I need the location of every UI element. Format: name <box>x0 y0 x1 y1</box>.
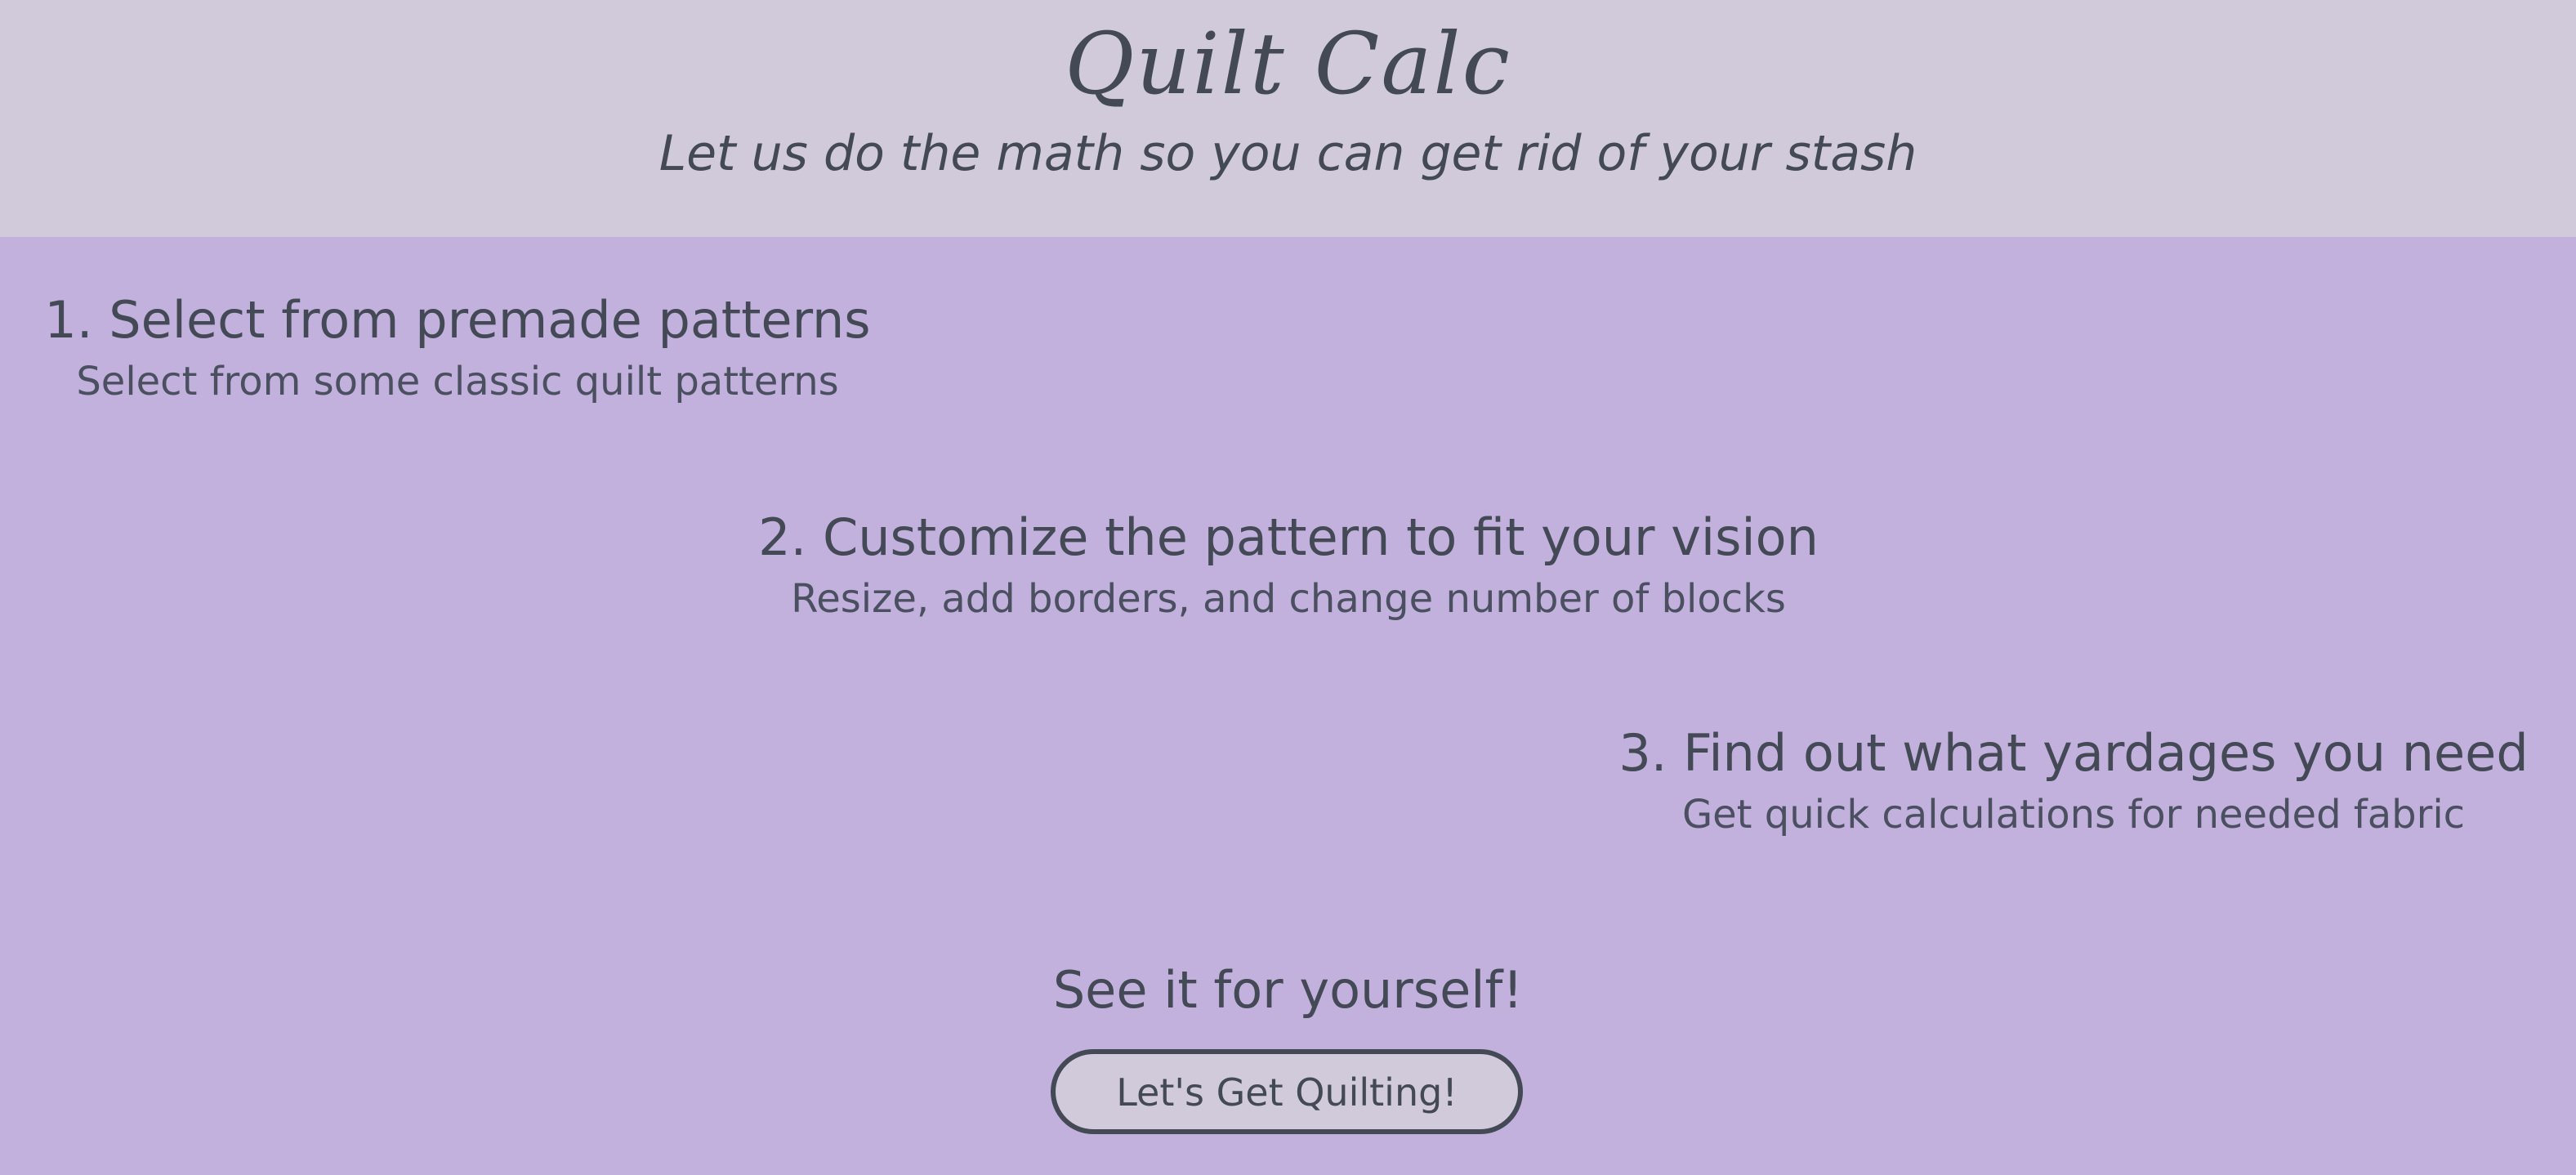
app-title: Quilt Calc <box>1065 14 1511 114</box>
site-header: Quilt Calc Let us do the math so you can… <box>0 0 2576 237</box>
get-quilting-button[interactable]: Let's Get Quilting! <box>1051 1049 1523 1134</box>
main-content: 1. Select from premade patterns Select f… <box>0 237 2576 1175</box>
step-heading: 1. Select from premade patterns <box>44 290 871 350</box>
step-description: Get quick calculations for needed fabric <box>1681 792 2466 838</box>
step-heading: 2. Customize the pattern to fit your vis… <box>758 507 1819 567</box>
cta-heading: See it for yourself! <box>1052 960 1524 1020</box>
step-customize-pattern: 2. Customize the pattern to fit your vis… <box>724 503 1853 626</box>
step-select-pattern: 1. Select from premade patterns Select f… <box>33 286 882 409</box>
step-description: Resize, add borders, and change number o… <box>791 576 1786 622</box>
step-find-yardages: 3. Find out what yardages you need Get q… <box>1598 719 2549 842</box>
step-description: Select from some classic quilt patterns <box>76 359 839 404</box>
tagline: Let us do the math so you can get rid of… <box>659 125 1917 182</box>
step-heading: 3. Find out what yardages you need <box>1618 723 2529 783</box>
